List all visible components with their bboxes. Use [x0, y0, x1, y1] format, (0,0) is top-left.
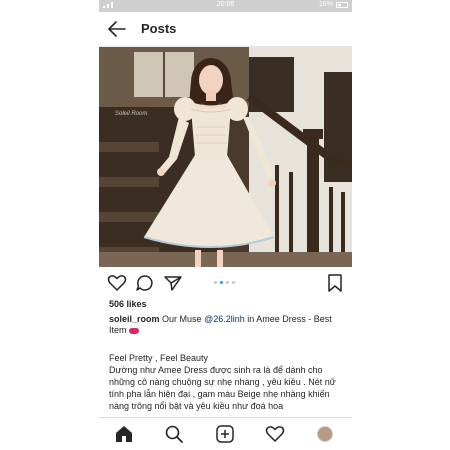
activity-heart-icon[interactable]	[265, 424, 285, 444]
carousel-dot	[232, 281, 235, 284]
carousel-dot-active	[220, 281, 223, 284]
bottom-nav	[99, 417, 352, 450]
comment-icon[interactable]	[135, 274, 155, 292]
instagram-post-screen: 20:06 16% Posts Soleil Room 506 likes so…	[99, 0, 352, 450]
battery-icon	[336, 1, 348, 8]
add-post-icon[interactable]	[215, 424, 235, 444]
send-icon[interactable]	[163, 274, 183, 292]
lips-emoji-icon	[129, 327, 140, 334]
bookmark-icon[interactable]	[325, 274, 345, 292]
carousel-dot	[226, 281, 229, 284]
post-image[interactable]: Soleil Room	[99, 47, 352, 267]
page-title: Posts	[141, 21, 177, 36]
profile-avatar[interactable]	[317, 426, 333, 442]
post-caption: soleil_room Our Muse @26.2linh in Amee D…	[109, 314, 345, 336]
top-bar: Posts	[99, 12, 352, 47]
likes-count[interactable]: 506 likes	[109, 299, 147, 309]
status-time: 20:06	[216, 1, 235, 8]
caption-paragraph: Dường như Amee Dress được sinh ra là để …	[109, 365, 336, 411]
image-watermark: Soleil Room	[115, 111, 148, 117]
caption-text: Our Muse	[162, 314, 202, 324]
carousel-dot	[214, 281, 217, 284]
battery-percent: 16%	[318, 1, 333, 8]
post-actions	[99, 272, 352, 294]
search-icon[interactable]	[164, 424, 184, 444]
post-photo	[99, 47, 352, 267]
back-arrow-icon[interactable]	[107, 20, 127, 38]
caption-mention[interactable]: @26.2linh	[204, 314, 245, 324]
heart-icon[interactable]	[107, 274, 127, 292]
caption-body: Feel Pretty , Feel Beauty Dường như Amee…	[109, 352, 347, 412]
home-icon[interactable]	[114, 424, 134, 444]
status-bar: 20:06 16%	[99, 0, 352, 12]
caption-username[interactable]: soleil_room	[109, 314, 160, 324]
caption-tagline: Feel Pretty , Feel Beauty	[109, 353, 209, 363]
carousel-indicator	[214, 281, 235, 284]
